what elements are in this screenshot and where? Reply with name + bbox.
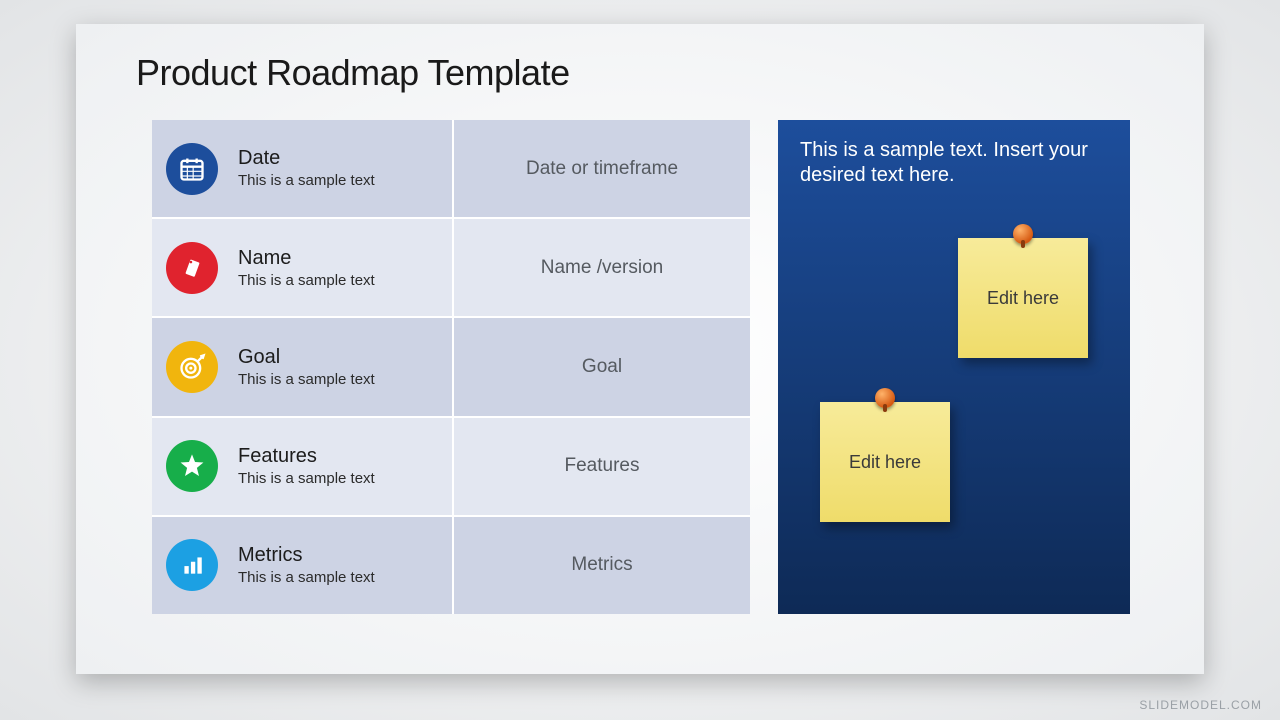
row-label-cell: Goal This is a sample text — [152, 318, 454, 415]
row-subtitle: This is a sample text — [238, 569, 375, 586]
row-title: Features — [238, 445, 375, 468]
row-title: Date — [238, 147, 375, 170]
pin-icon — [1013, 224, 1033, 244]
row-subtitle: This is a sample text — [238, 470, 375, 487]
tag-icon — [166, 242, 218, 294]
row-value: Name /version — [454, 219, 750, 316]
watermark: SLIDEMODEL.COM — [1139, 698, 1262, 712]
chart-icon — [166, 539, 218, 591]
table-row: Goal This is a sample text Goal — [152, 318, 750, 417]
table-row: Features This is a sample text Features — [152, 418, 750, 517]
row-title: Name — [238, 247, 375, 270]
row-value: Metrics — [454, 517, 750, 614]
row-label-cell: Name This is a sample text — [152, 219, 454, 316]
slide: Product Roadmap Template Date This is a … — [76, 24, 1204, 674]
page-title: Product Roadmap Template — [136, 52, 570, 94]
row-value: Features — [454, 418, 750, 515]
row-subtitle: This is a sample text — [238, 371, 375, 388]
sticky-note: Edit here — [820, 402, 950, 522]
row-value: Goal — [454, 318, 750, 415]
row-title: Goal — [238, 346, 375, 369]
star-icon — [166, 440, 218, 492]
sticky-note: Edit here — [958, 238, 1088, 358]
row-label-cell: Features This is a sample text — [152, 418, 454, 515]
row-value: Date or timeframe — [454, 120, 750, 217]
row-subtitle: This is a sample text — [238, 272, 375, 289]
sticky-label: Edit here — [987, 288, 1059, 309]
row-subtitle: This is a sample text — [238, 172, 375, 189]
row-label-cell: Date This is a sample text — [152, 120, 454, 217]
pin-icon — [875, 388, 895, 408]
roadmap-table: Date This is a sample text Date or timef… — [152, 120, 750, 614]
side-panel: This is a sample text. Insert your desir… — [778, 120, 1130, 614]
row-title: Metrics — [238, 544, 375, 567]
table-row: Date This is a sample text Date or timef… — [152, 120, 750, 219]
calendar-icon — [166, 143, 218, 195]
table-row: Metrics This is a sample text Metrics — [152, 517, 750, 614]
panel-text: This is a sample text. Insert your desir… — [778, 120, 1130, 188]
table-row: Name This is a sample text Name /version — [152, 219, 750, 318]
target-icon — [166, 341, 218, 393]
row-label-cell: Metrics This is a sample text — [152, 517, 454, 614]
sticky-label: Edit here — [849, 452, 921, 473]
